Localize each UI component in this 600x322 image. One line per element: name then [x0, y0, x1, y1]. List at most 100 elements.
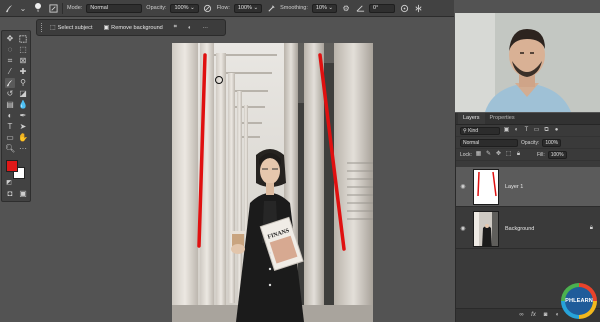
photoshop-window: ⌄ 9 Mode: Normal Opacity: 100% ⌄ Flow: 1… [0, 0, 600, 322]
symmetry-icon[interactable] [413, 3, 423, 13]
frame-tool-icon[interactable]: ⊠ [18, 56, 28, 66]
tab-layers[interactable]: Layers [458, 113, 485, 124]
gradient-tool-icon[interactable]: ▤ [5, 100, 15, 110]
drag-handle-icon[interactable] [41, 23, 43, 32]
layer-name[interactable]: Background [505, 226, 534, 232]
mode-select[interactable]: Normal [86, 3, 143, 13]
select-subject-button[interactable]: ⬚ Select subject [46, 22, 97, 33]
visibility-eye-icon[interactable]: ◉ [456, 183, 470, 190]
pen-tool-icon[interactable]: ✒ [18, 111, 28, 121]
crop-button[interactable]: ⌗ [170, 22, 181, 33]
layer-1-thumbnail-art [477, 171, 497, 196]
pixel-filter-icon[interactable]: ▣ [503, 127, 510, 134]
brush-preset-picker[interactable]: 9 [32, 3, 44, 13]
document-canvas[interactable]: FINANS [172, 43, 373, 322]
lasso-tool-icon[interactable]: ◌ [5, 45, 15, 55]
chevron-down-icon[interactable]: ⌄ [18, 3, 28, 13]
brush-tool-icon[interactable] [5, 78, 15, 88]
layer-opacity-value: 100% [545, 139, 559, 146]
smoothing-value: 10% [315, 4, 327, 11]
brush-settings-icon[interactable] [48, 3, 58, 13]
adjustment-icon: ◐ [187, 24, 192, 31]
object-selection-icon[interactable]: ⬚ [18, 45, 28, 55]
zoom-tool-icon[interactable]: 🔍︎ [5, 144, 15, 154]
panel-tabs: Layers Properties [456, 113, 600, 125]
layers-panel: Layers Properties ⚲ Kind ▣ ◐ T ▭ ⧉ ● Nor… [455, 113, 600, 322]
lock-position-icon[interactable]: ✥ [495, 151, 502, 158]
filter-toggle-icon[interactable]: ● [553, 127, 560, 134]
pressure-opacity-icon[interactable] [203, 3, 213, 13]
opacity-label: Opacity: [521, 139, 540, 146]
angle-value: 0° [373, 4, 379, 11]
default-colors-icon[interactable]: ◩ [4, 178, 14, 188]
layer-row-background[interactable]: ◉ Background 🔒︎ [456, 209, 600, 249]
layer-style-icon[interactable]: fx [530, 312, 537, 319]
add-mask-icon[interactable]: ◙ [542, 312, 549, 319]
shape-filter-icon[interactable]: ▭ [533, 127, 540, 134]
remove-background-icon: ▣ [103, 25, 110, 31]
smoothing-field[interactable]: 10% ⌄ [311, 3, 338, 13]
flow-field[interactable]: 100% ⌄ [233, 3, 263, 13]
history-brush-icon[interactable]: ↺ [5, 89, 15, 99]
crop-tool-icon[interactable]: ⌗ [5, 56, 15, 66]
opacity-value: 100% [174, 4, 189, 11]
lock-artboard-icon[interactable]: ⬚ [505, 151, 512, 158]
airbrush-icon[interactable] [266, 3, 276, 13]
flow-value: 100% [237, 4, 252, 11]
layer-row-layer-1[interactable]: ◉ Layer 1 [456, 167, 600, 207]
tools-panel: ✥ ◌ ⬚ ⌗ ⊠ ⁄ ✚ ⚲ ↺ ◪ ▤ 💧 ◐ ✒ T ➤ ▭ ✋ 🔍︎ ·… [1, 30, 31, 202]
lock-icon: 🔒︎ [589, 225, 593, 231]
adjust-button[interactable]: ◐ [184, 22, 195, 33]
more-options-button[interactable]: ··· [198, 22, 212, 33]
screen-mode-icon[interactable]: ▣ [18, 189, 28, 199]
pressure-size-icon[interactable] [399, 3, 409, 13]
layer-thumbnail [473, 210, 499, 247]
foreground-color-swatch[interactable] [6, 160, 18, 172]
mode-value: Normal [90, 4, 109, 11]
type-tool-icon[interactable]: T [5, 122, 15, 132]
quick-mask-icon[interactable]: ◘ [5, 189, 15, 199]
presenter-video [455, 13, 600, 112]
marquee-tool-icon[interactable] [18, 34, 28, 44]
smart-object-filter-icon[interactable]: ⧉ [543, 127, 550, 134]
eraser-tool-icon[interactable]: ◪ [18, 89, 28, 99]
smoothing-label: Smoothing: [280, 5, 308, 11]
opacity-field[interactable]: 100% ⌄ [170, 3, 199, 13]
more-tools-icon[interactable]: ··· [18, 144, 28, 154]
hand-tool-icon[interactable]: ✋ [18, 133, 28, 143]
dodge-tool-icon[interactable]: ◐ [5, 111, 15, 121]
path-selection-icon[interactable]: ➤ [18, 122, 28, 132]
move-tool-icon[interactable]: ✥ [5, 34, 15, 44]
lock-all-icon[interactable]: 🔒︎ [515, 151, 522, 158]
contextual-task-bar: ⬚ Select subject ▣ Remove background ⌗ ◐… [36, 19, 226, 36]
healing-brush-icon[interactable]: ✚ [18, 67, 28, 77]
phlearn-logo: PHLEARN [561, 283, 597, 319]
options-bar: ⌄ 9 Mode: Normal Opacity: 100% ⌄ Flow: 1… [0, 0, 454, 17]
rectangle-tool-icon[interactable]: ▭ [5, 133, 15, 143]
filter-kind-select[interactable]: ⚲ Kind [460, 126, 500, 135]
opacity-label: Opacity: [146, 5, 167, 11]
blur-tool-icon[interactable]: 💧 [18, 100, 28, 110]
fill-field[interactable]: 100% [547, 150, 567, 159]
clone-stamp-icon[interactable]: ⚲ [18, 78, 28, 88]
gear-icon[interactable]: ⚙ [341, 3, 351, 13]
blend-mode-select[interactable]: Normal [460, 138, 518, 147]
layer-filter-row: ⚲ Kind ▣ ◐ T ▭ ⧉ ● [456, 125, 600, 137]
link-layers-icon[interactable]: ∞ [518, 312, 525, 319]
eyedropper-tool-icon[interactable]: ⁄ [5, 67, 15, 77]
layer-name[interactable]: Layer 1 [505, 184, 523, 190]
layer-opacity-field[interactable]: 100% [542, 138, 562, 147]
brush-tool-icon[interactable] [4, 3, 14, 13]
adjustment-filter-icon[interactable]: ◐ [513, 127, 520, 134]
lock-label: Lock: [460, 151, 472, 158]
visibility-eye-icon[interactable]: ◉ [456, 225, 470, 232]
lock-transparent-icon[interactable]: ▦ [475, 151, 482, 158]
remove-background-label: Remove background [111, 24, 163, 31]
new-adjustment-icon[interactable]: ◐ [554, 312, 561, 319]
remove-background-button[interactable]: ▣ Remove background [100, 22, 167, 33]
angle-icon[interactable] [355, 3, 365, 13]
lock-pixels-icon[interactable]: ✎ [485, 151, 492, 158]
tab-properties[interactable]: Properties [485, 113, 520, 124]
type-filter-icon[interactable]: T [523, 127, 530, 134]
angle-field[interactable]: 0° [369, 3, 396, 13]
